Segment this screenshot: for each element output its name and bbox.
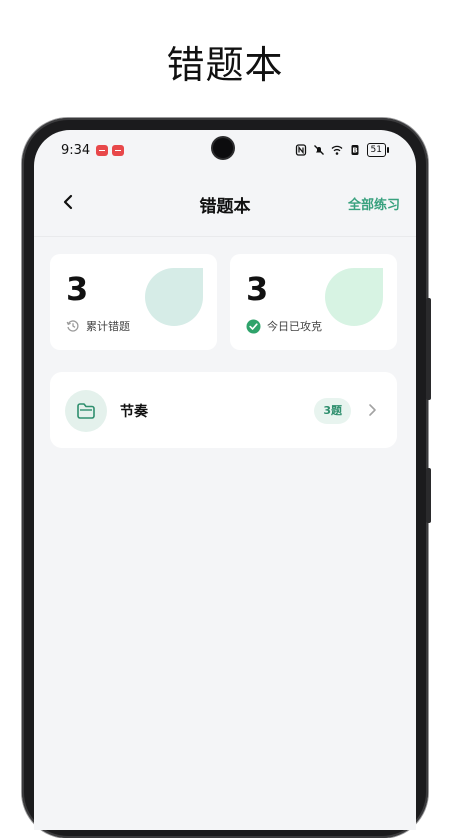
status-time: 9:34 (61, 143, 91, 158)
battery-level: 51 (366, 143, 390, 157)
power-button (426, 468, 431, 523)
practice-all-button[interactable]: 全部练习 (348, 194, 400, 213)
total-mistakes-count: 3 (66, 270, 89, 308)
list-item-title: 节奏 (120, 404, 148, 420)
folder-icon (77, 403, 95, 419)
conquered-today-label: 今日已攻克 (267, 320, 322, 333)
nav-bar: 错题本 全部练习 (34, 172, 416, 237)
total-mistakes-label: 累计错题 (86, 320, 130, 333)
mute-icon (313, 145, 324, 155)
promo-title: 错题本 (166, 43, 284, 87)
list-item[interactable]: 节奏 3题 (50, 372, 397, 448)
wifi-icon (331, 145, 343, 155)
conquered-today-card: 3 今日已攻克 (230, 254, 397, 350)
app-screen: 9:34 B 51 错题本 全部练习 3 累计错题 3 今日已攻克 节奏 3题 (34, 130, 416, 830)
card-decoration (145, 268, 203, 326)
nfc-icon (295, 144, 306, 156)
chevron-right-icon (369, 404, 376, 416)
conquered-today-count: 3 (246, 270, 269, 308)
front-camera (213, 138, 233, 158)
notification-icon (112, 145, 124, 156)
total-mistakes-card: 3 累计错题 (50, 254, 217, 350)
svg-text:B: B (352, 147, 357, 155)
question-count-badge: 3题 (314, 398, 351, 424)
status-icons: B 51 (295, 142, 390, 158)
card-decoration (325, 268, 383, 326)
data-saver-icon: B (351, 145, 359, 155)
check-circle-icon (246, 319, 261, 333)
notification-icon (96, 145, 108, 156)
volume-button (426, 298, 431, 400)
folder-icon-badge (65, 390, 107, 432)
status-bar: 9:34 B 51 (34, 130, 416, 172)
history-icon (66, 320, 79, 332)
